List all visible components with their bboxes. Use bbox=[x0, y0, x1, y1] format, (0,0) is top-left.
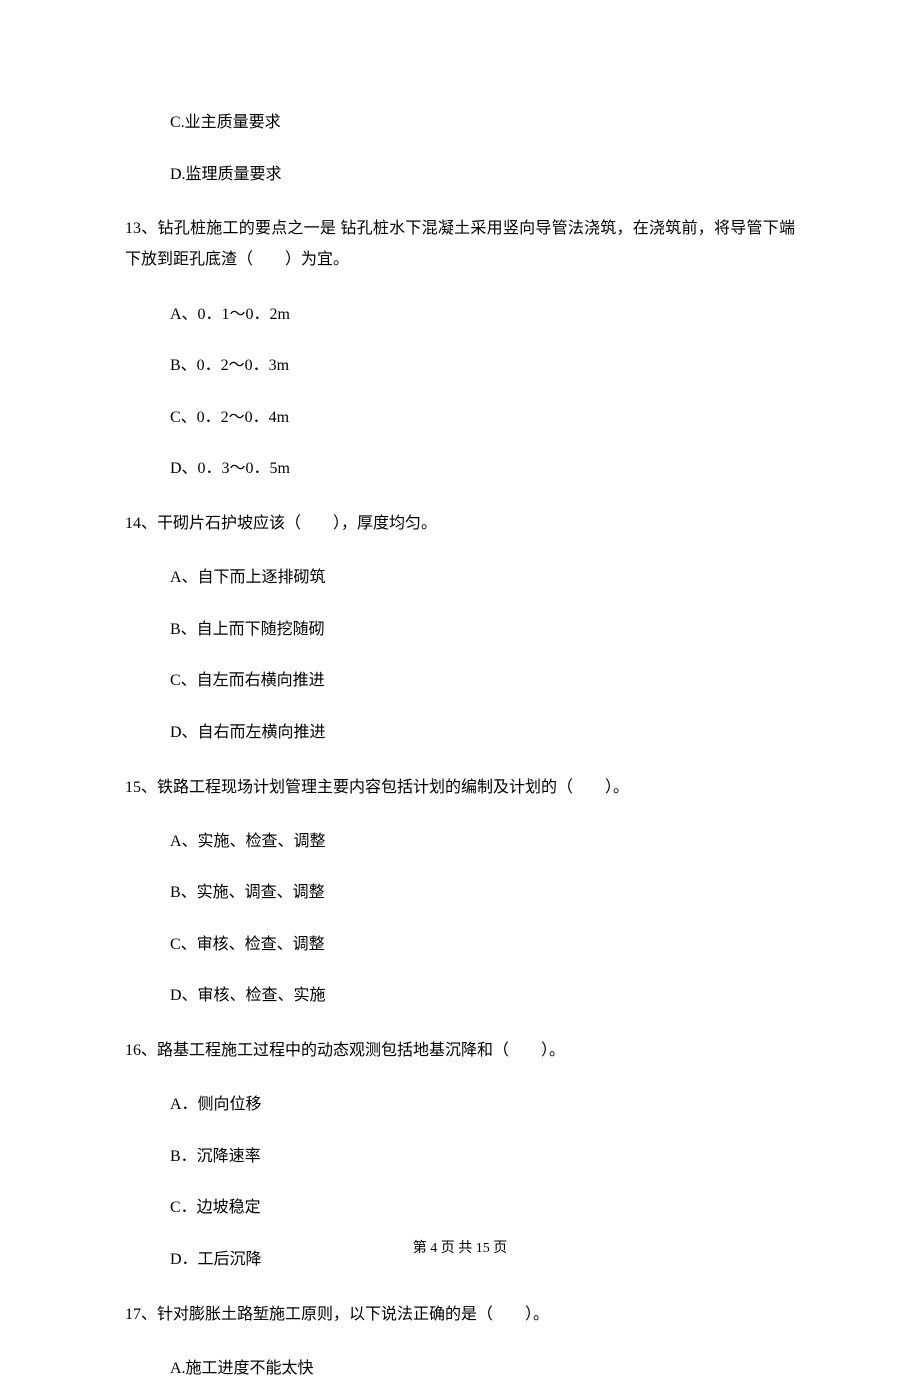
option-text: D.监理质量要求 bbox=[125, 162, 795, 188]
option-text: D、0．3～0．5m bbox=[125, 456, 795, 482]
option-text: D、自右而左横向推进 bbox=[125, 720, 795, 746]
document-page: C.业主质量要求 D.监理质量要求 13、钻孔桩施工的要点之一是 钻孔桩水下混凝… bbox=[0, 0, 920, 1381]
question-stem: 17、针对膨胀土路堑施工原则，以下说法正确的是（ ）。 bbox=[125, 1299, 795, 1330]
question-stem: 16、路基工程施工过程中的动态观测包括地基沉降和（ ）。 bbox=[125, 1035, 795, 1066]
option-text: A.施工进度不能太快 bbox=[125, 1356, 795, 1381]
question-stem: 15、铁路工程现场计划管理主要内容包括计划的编制及计划的（ ）。 bbox=[125, 772, 795, 803]
option-text: A、实施、检查、调整 bbox=[125, 829, 795, 855]
option-text: B、自上而下随挖随砌 bbox=[125, 617, 795, 643]
option-text: D、审核、检查、实施 bbox=[125, 983, 795, 1009]
option-text: C、自左而右横向推进 bbox=[125, 668, 795, 694]
option-text: C、审核、检查、调整 bbox=[125, 932, 795, 958]
option-text: C、0．2～0．4m bbox=[125, 405, 795, 431]
option-text: A、自下而上逐排砌筑 bbox=[125, 565, 795, 591]
option-text: B．沉降速率 bbox=[125, 1144, 795, 1170]
option-text: C．边坡稳定 bbox=[125, 1195, 795, 1221]
option-text: A、0．1～0．2m bbox=[125, 302, 795, 328]
question-stem: 13、钻孔桩施工的要点之一是 钻孔桩水下混凝土采用竖向导管法浇筑，在浇筑前，将导… bbox=[125, 213, 795, 275]
option-text: A．侧向位移 bbox=[125, 1092, 795, 1118]
option-text: C.业主质量要求 bbox=[125, 110, 795, 136]
question-stem: 14、干砌片石护坡应该（ ），厚度均匀。 bbox=[125, 508, 795, 539]
option-text: B、实施、调查、调整 bbox=[125, 880, 795, 906]
page-footer: 第 4 页 共 15 页 bbox=[0, 1238, 920, 1260]
option-text: B、0．2～0．3m bbox=[125, 353, 795, 379]
